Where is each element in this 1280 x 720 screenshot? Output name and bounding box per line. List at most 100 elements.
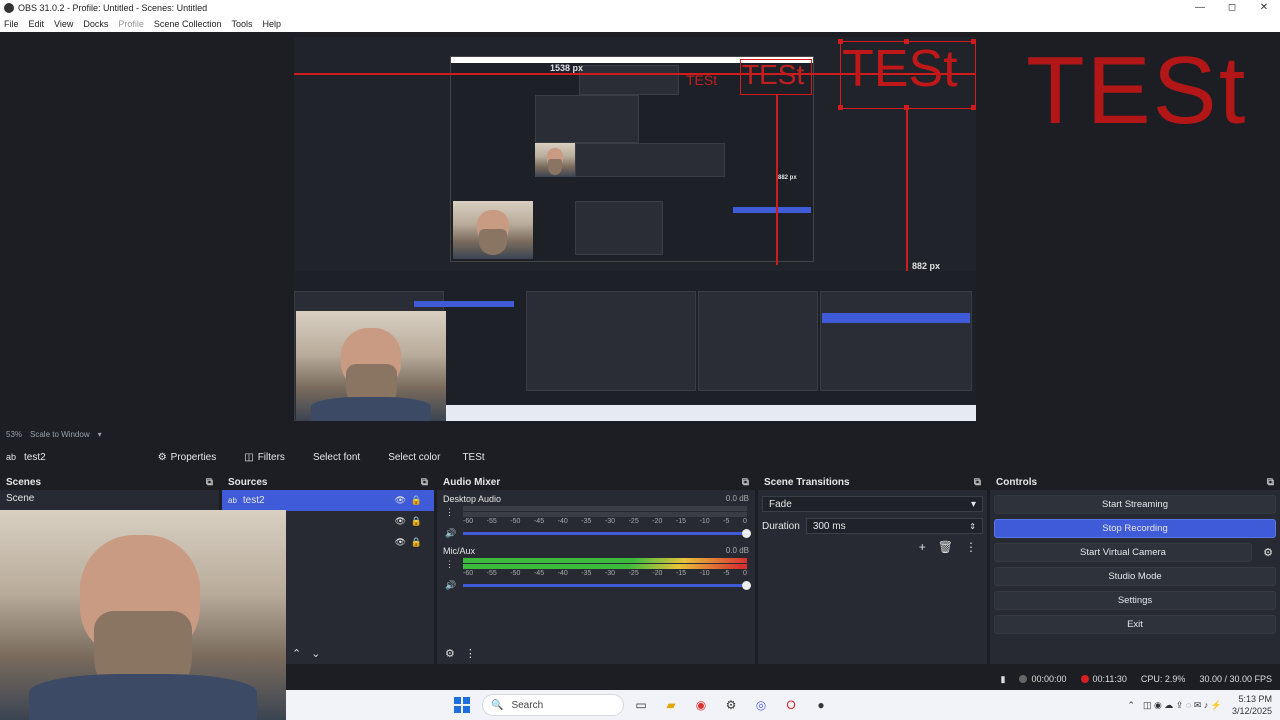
visibility-eye-icon[interactable]: 👁 bbox=[395, 537, 406, 548]
window-title: OBS 31.0.2 - Profile: Untitled - Scenes:… bbox=[18, 3, 208, 13]
visibility-eye-icon[interactable]: 👁 bbox=[395, 495, 406, 506]
speaker-icon[interactable]: 🔊 bbox=[445, 528, 456, 539]
opera-icon[interactable]: O bbox=[782, 696, 800, 714]
fps-readout: 30.00 / 30.00 FPS bbox=[1199, 674, 1272, 684]
audio-mixer-dock: Audio Mixer ⧉ Desktop Audio 0.0 dB ⋮ -60… bbox=[437, 474, 755, 664]
window-controls: — ◻ ✕ bbox=[1184, 0, 1280, 16]
volume-slider[interactable] bbox=[463, 529, 751, 538]
trash-icon[interactable]: 🗑 bbox=[938, 540, 953, 554]
preview-canvas[interactable]: 1538 px 882 px 882 px TESt TESt TESt bbox=[294, 37, 976, 421]
start-streaming-button[interactable]: Start Streaming bbox=[994, 495, 1276, 514]
stop-recording-button[interactable]: Stop Recording bbox=[994, 519, 1276, 538]
menu-file[interactable]: File bbox=[4, 19, 19, 29]
chevron-down-icon: ▾ bbox=[970, 498, 976, 510]
undock-icon[interactable]: ⧉ bbox=[206, 477, 213, 488]
controls-dock: Controls ⧉ Start Streaming Stop Recordin… bbox=[990, 474, 1280, 664]
menu-view[interactable]: View bbox=[54, 19, 73, 29]
lock-icon[interactable]: 🔒 bbox=[411, 537, 422, 548]
volume-knob[interactable] bbox=[742, 581, 751, 590]
nested-obs-ui bbox=[294, 271, 976, 421]
exit-button[interactable]: Exit bbox=[994, 615, 1276, 634]
nested-transitions bbox=[698, 291, 818, 391]
chevron-up-icon[interactable]: ⌃ bbox=[1127, 700, 1135, 711]
resize-handle[interactable] bbox=[838, 105, 843, 110]
duration-label: Duration bbox=[762, 520, 800, 532]
zoom-mode[interactable]: Scale to Window bbox=[30, 430, 90, 439]
taskbar-apps: ▭ ▰ ◉ ⚙ ◎ O ● bbox=[632, 696, 842, 714]
more-vertical-icon[interactable]: ⋮ bbox=[445, 507, 454, 518]
volume-slider[interactable] bbox=[463, 581, 751, 590]
settings-icon[interactable]: ⚙ bbox=[445, 647, 455, 660]
scene-item[interactable]: Scene bbox=[0, 490, 219, 506]
text-source-icon: ab bbox=[6, 452, 17, 462]
menu-docks[interactable]: Docks bbox=[83, 19, 108, 29]
nested-selected-source bbox=[414, 301, 514, 307]
obs-taskbar-icon[interactable]: ● bbox=[812, 696, 830, 714]
undock-icon[interactable]: ⧉ bbox=[974, 477, 981, 488]
nested-webcam bbox=[535, 143, 575, 177]
move-down-icon[interactable]: ⌄ bbox=[311, 647, 320, 660]
filters-button[interactable]: ◫ Filters bbox=[238, 449, 291, 466]
more-vertical-icon[interactable]: ⋮ bbox=[445, 559, 454, 570]
search-icon: 🔍 bbox=[491, 699, 504, 711]
chevron-down-icon[interactable]: ▾ bbox=[98, 430, 102, 439]
duration-input[interactable]: 300 ms ⇕ bbox=[805, 518, 983, 534]
nested-active-button bbox=[733, 207, 811, 213]
tray-icons[interactable]: ◫ ◉ ☁ ⇪ ◌ ✉ ♪ ⚡ bbox=[1143, 700, 1222, 711]
channel-name: Mic/Aux bbox=[443, 546, 476, 556]
undock-icon[interactable]: ⧉ bbox=[421, 477, 428, 488]
text-source-nested: TESt bbox=[742, 59, 805, 90]
text-value: TESt bbox=[462, 451, 485, 463]
taskbar-search[interactable]: 🔍 Search bbox=[482, 694, 624, 716]
undock-icon[interactable]: ⧉ bbox=[1267, 477, 1274, 488]
file-explorer-icon[interactable]: ▰ bbox=[662, 696, 680, 714]
discord-icon[interactable]: ◎ bbox=[752, 696, 770, 714]
gear-icon[interactable]: ⚙ bbox=[1263, 546, 1273, 559]
menu-scene-collection[interactable]: Scene Collection bbox=[154, 19, 222, 29]
settings-button[interactable]: Settings bbox=[994, 591, 1276, 610]
visibility-eye-icon[interactable]: 👁 bbox=[395, 516, 406, 527]
studio-mode-button[interactable]: Studio Mode bbox=[994, 567, 1276, 586]
menu-edit[interactable]: Edit bbox=[29, 19, 45, 29]
menu-profile[interactable]: Profile bbox=[118, 19, 144, 29]
channel-db: 0.0 dB bbox=[725, 546, 749, 555]
settings-app-icon[interactable]: ⚙ bbox=[722, 696, 740, 714]
source-item[interactable]: ab test2 👁 🔒 bbox=[222, 490, 434, 511]
menu-tools[interactable]: Tools bbox=[231, 19, 252, 29]
select-color-button[interactable]: Select color bbox=[382, 449, 446, 466]
transition-actions: + 🗑 ⋮ bbox=[907, 540, 977, 554]
select-font-button[interactable]: Select font bbox=[307, 449, 366, 466]
volume-knob[interactable] bbox=[742, 529, 751, 538]
lock-icon[interactable]: 🔒 bbox=[411, 495, 422, 506]
nested-taskbar bbox=[446, 405, 976, 421]
taskbar-clock[interactable]: 5:13 PM 3/12/2025 bbox=[1232, 693, 1272, 717]
move-up-icon[interactable]: ⌃ bbox=[292, 647, 301, 660]
more-vertical-icon[interactable]: ⋮ bbox=[465, 647, 476, 660]
maximize-icon[interactable]: ◻ bbox=[1216, 0, 1248, 16]
resize-handle[interactable] bbox=[971, 39, 976, 44]
more-vertical-icon[interactable]: ⋮ bbox=[965, 540, 977, 554]
chrome-icon[interactable]: ◉ bbox=[692, 696, 710, 714]
zoom-bar: 53% Scale to Window ▾ bbox=[0, 426, 1280, 442]
minimize-icon[interactable]: — bbox=[1184, 0, 1216, 16]
task-view-icon[interactable]: ▭ bbox=[632, 696, 650, 714]
lock-icon[interactable]: 🔒 bbox=[411, 516, 422, 527]
webcam-overlay bbox=[0, 510, 286, 720]
nested-webcam bbox=[296, 311, 446, 421]
preview-area[interactable]: 1538 px 882 px 882 px TESt TESt TESt TES… bbox=[0, 32, 1280, 425]
resize-handle[interactable] bbox=[971, 105, 976, 110]
speaker-icon[interactable]: 🔊 bbox=[445, 580, 456, 591]
properties-button[interactable]: ⚙ Properties bbox=[152, 449, 223, 466]
add-icon[interactable]: + bbox=[919, 540, 926, 554]
start-virtual-camera-button[interactable]: Start Virtual Camera ⚙ bbox=[994, 543, 1273, 562]
menu-help[interactable]: Help bbox=[262, 19, 281, 29]
transition-select[interactable]: Fade ▾ bbox=[762, 496, 983, 512]
close-icon[interactable]: ✕ bbox=[1248, 0, 1280, 16]
recording-status: 00:11:30 bbox=[1080, 674, 1127, 684]
spinner-icon[interactable]: ⇕ bbox=[969, 522, 976, 531]
nested-panel bbox=[579, 65, 679, 95]
scenes-header: Scenes ⧉ bbox=[0, 474, 219, 490]
windows-start-icon[interactable] bbox=[454, 697, 470, 713]
undock-icon[interactable]: ⧉ bbox=[742, 477, 749, 488]
scene-transitions-dock: Scene Transitions ⧉ Fade ▾ Duration 300 … bbox=[758, 474, 987, 664]
